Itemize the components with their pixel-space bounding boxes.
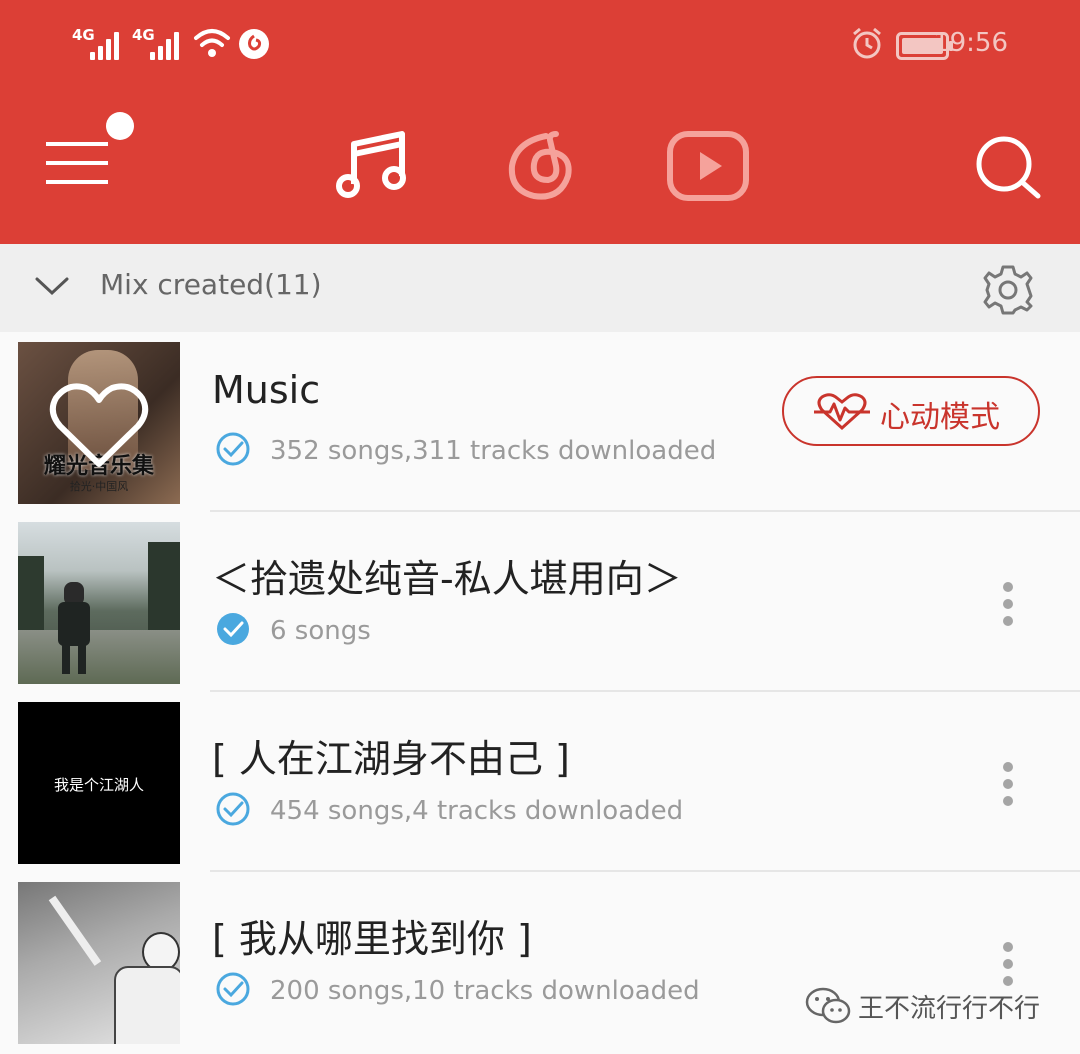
chevron-down-icon[interactable] bbox=[34, 274, 70, 298]
cellular-signal-1: 4G bbox=[72, 24, 128, 64]
watermark-text: 王不流行行不行 bbox=[858, 994, 1041, 1024]
more-options-button[interactable] bbox=[998, 574, 1018, 634]
playlist-row[interactable]: 我是个江湖人 [ 人在江湖身不由己 ] 454 songs,4 tracks d… bbox=[0, 692, 1080, 872]
section-header[interactable]: Mix created(11) bbox=[0, 244, 1080, 332]
hamburger-menu-icon bbox=[46, 142, 108, 184]
playlist-title: ＜拾遗处纯音-私人堪用向＞ bbox=[212, 557, 682, 601]
wifi-icon bbox=[194, 29, 230, 57]
heartbeat-icon bbox=[814, 393, 870, 431]
video-play-icon bbox=[667, 131, 749, 201]
downloaded-check-icon bbox=[216, 972, 250, 1006]
cover-subtitle: 拾光·中国风 bbox=[69, 480, 129, 493]
menu-button[interactable] bbox=[44, 138, 112, 192]
playlist-meta: 200 songs,10 tracks downloaded bbox=[270, 976, 700, 1006]
cellular-signal-2: 4G bbox=[132, 24, 188, 64]
playlist-row[interactable]: [ 我从哪里找到你 ] 200 songs,10 tracks download… bbox=[0, 872, 1080, 1052]
playlist-cover: 我是个江湖人 bbox=[18, 702, 180, 864]
gear-icon[interactable] bbox=[982, 264, 1034, 316]
notification-dot bbox=[106, 112, 134, 140]
clock: 19:56 bbox=[933, 28, 1008, 58]
section-title: Mix created(11) bbox=[100, 268, 322, 301]
more-options-button[interactable] bbox=[998, 754, 1018, 814]
wechat-icon bbox=[805, 987, 851, 1024]
status-bar: 4G 4G 19:56 bbox=[0, 24, 1080, 68]
tab-my-music[interactable] bbox=[332, 126, 412, 206]
playlist-meta: 352 songs,311 tracks downloaded bbox=[270, 436, 717, 466]
downloaded-check-icon bbox=[217, 613, 249, 645]
search-button[interactable] bbox=[974, 134, 1042, 200]
downloaded-check-icon bbox=[216, 432, 250, 466]
heartbeat-mode-button[interactable]: 心动模式 bbox=[782, 376, 1040, 446]
music-note-icon bbox=[336, 131, 406, 198]
tab-video[interactable] bbox=[666, 130, 750, 202]
tab-discover[interactable] bbox=[502, 128, 580, 204]
playlist-cover bbox=[18, 882, 180, 1044]
watermark: 王不流行行不行 bbox=[804, 986, 1040, 1026]
playlist-title: Music bbox=[212, 368, 321, 412]
playlist-title: [ 我从哪里找到你 ] bbox=[212, 917, 532, 961]
downloaded-check-icon bbox=[216, 792, 250, 826]
more-options-button[interactable] bbox=[998, 934, 1018, 994]
netease-status-icon bbox=[239, 29, 269, 59]
heartbeat-mode-label: 心动模式 bbox=[880, 400, 1000, 435]
alarm-icon bbox=[853, 27, 881, 59]
playlist-cover: 耀光音乐集 拾光·中国风 bbox=[18, 342, 180, 504]
search-icon bbox=[976, 136, 1041, 199]
playlist-row[interactable]: 耀光音乐集 拾光·中国风 Music 352 songs,311 tracks … bbox=[0, 332, 1080, 512]
cover-text: 我是个江湖人 bbox=[53, 776, 144, 794]
playlist-meta: 6 songs bbox=[270, 616, 371, 646]
heart-icon[interactable] bbox=[48, 380, 150, 472]
netease-logo-icon bbox=[508, 131, 572, 200]
app-header: 4G 4G 19:56 bbox=[0, 0, 1080, 244]
playlist-row[interactable]: ＜拾遗处纯音-私人堪用向＞ 6 songs bbox=[0, 512, 1080, 692]
playlist-title: [ 人在江湖身不由己 ] bbox=[212, 737, 570, 781]
playlist-meta: 454 songs,4 tracks downloaded bbox=[270, 796, 684, 826]
playlist-cover bbox=[18, 522, 180, 684]
